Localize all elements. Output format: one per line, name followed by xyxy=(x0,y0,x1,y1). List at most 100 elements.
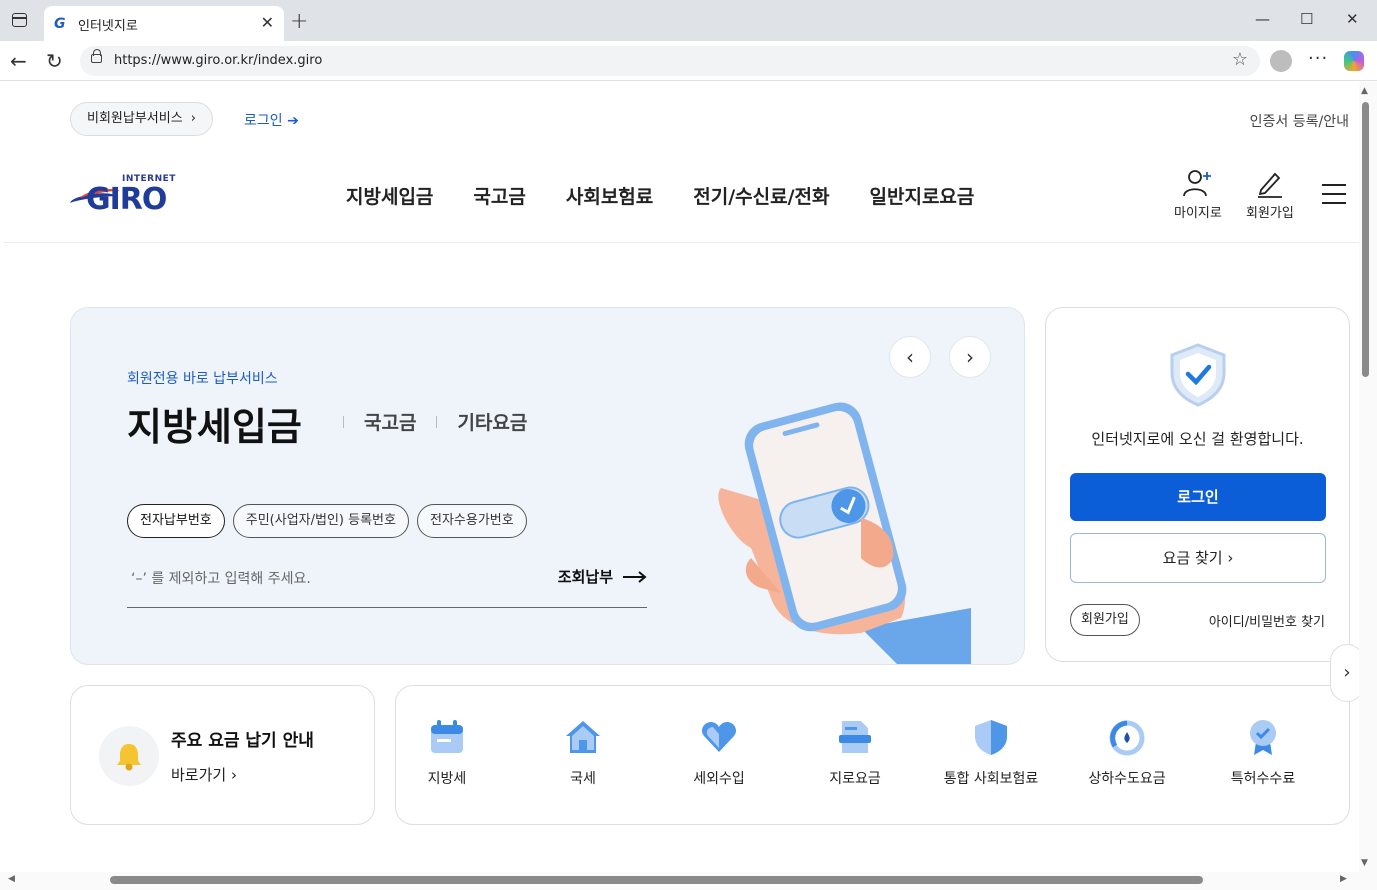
back-icon[interactable]: ← xyxy=(10,49,27,73)
top-login-label: 로그인 xyxy=(244,113,283,129)
chevron-left-icon: ‹ xyxy=(906,345,914,369)
service-local-tax[interactable]: 지방세 xyxy=(382,718,512,788)
mygiro-button[interactable]: 마이지로 xyxy=(1174,168,1222,221)
join-label: 회원가입 xyxy=(1246,206,1294,221)
tab-separator xyxy=(343,415,344,428)
new-tab-icon[interactable]: + xyxy=(290,9,308,34)
tab-title: 인터넷지로 xyxy=(78,19,138,34)
favorite-star-icon[interactable]: ☆ xyxy=(1232,49,1248,70)
service-giro-fee[interactable]: 지로요금 xyxy=(790,718,920,788)
horizontal-scroll-thumb[interactable] xyxy=(110,876,1203,884)
mygiro-label: 마이지로 xyxy=(1174,206,1222,221)
calendar-icon xyxy=(431,720,463,753)
more-icon[interactable]: ··· xyxy=(1308,48,1328,69)
reload-icon[interactable]: ↻ xyxy=(46,49,63,73)
scroll-right-icon[interactable]: ▶ xyxy=(1340,874,1347,884)
giro-logo[interactable]: INTERNET GIRO xyxy=(69,174,190,218)
chip-customer-number[interactable]: 전자수용가번호 xyxy=(416,504,527,538)
browser-tab-bar: G 인터넷지로 ✕ + — ☐ ✕ xyxy=(0,0,1377,41)
hero-title-tab[interactable]: 지방세입금 xyxy=(127,396,302,451)
tab-national-treasury[interactable]: 국고금 xyxy=(364,408,416,435)
login-arrow-icon: ➔ xyxy=(287,113,299,129)
payment-number-input[interactable]: ‘–’ 를 제외하고 입력해 주세요. 조회납부 xyxy=(127,556,647,608)
gauge-icon xyxy=(1109,720,1145,756)
heart-icon xyxy=(701,722,737,752)
nav-national-treasury[interactable]: 국고금 xyxy=(473,182,525,209)
login-panel: 인터넷지로에 오신 걸 환영합니다. 로그인 요금 찾기 › 회원가입 아이디/… xyxy=(1045,307,1350,662)
top-login-link[interactable]: 로그인 ➔ xyxy=(244,110,299,130)
lookup-pay-label: 조회납부 xyxy=(557,568,613,586)
service-patent[interactable]: 특허수수료 xyxy=(1198,718,1328,788)
scroll-up-icon[interactable]: ▲ xyxy=(1361,86,1368,96)
house-icon xyxy=(566,721,600,753)
find-fee-button[interactable]: 요금 찾기 › xyxy=(1070,533,1326,583)
next-slide-button[interactable]: › xyxy=(949,336,991,378)
input-placeholder: ‘–’ 를 제외하고 입력해 주세요. xyxy=(131,571,311,587)
menu-icon[interactable] xyxy=(1322,184,1346,211)
chevron-right-icon: › xyxy=(230,766,237,784)
browser-tab[interactable]: G 인터넷지로 ✕ xyxy=(44,6,284,41)
join-chip-button[interactable]: 회원가입 xyxy=(1070,604,1140,636)
bell-icon xyxy=(99,726,159,786)
prev-slide-button[interactable]: ‹ xyxy=(889,336,931,378)
guest-payment-button[interactable]: 비회원납부서비스 › xyxy=(70,102,213,136)
tab-actions-icon[interactable] xyxy=(12,13,27,27)
tab-other-fees[interactable]: 기타요금 xyxy=(457,408,527,435)
search-type-chips: 전자납부번호 주민(사업자/법인) 등록번호 전자수용가번호 xyxy=(127,504,527,538)
hero-sub-tabs: 국고금 기타요금 xyxy=(343,408,527,435)
url-text: https://www.giro.or.kr/index.giro xyxy=(114,53,323,68)
chip-electronic-number[interactable]: 전자납부번호 xyxy=(127,504,225,538)
tab-separator xyxy=(436,415,438,428)
service-shortcuts: 지방세 국세 세외수입 지로요금 통합 사회보험료 상하수도요금 특허수수료 xyxy=(395,685,1350,825)
shield-icon xyxy=(975,720,1007,755)
chevron-right-icon: › xyxy=(190,111,196,126)
welcome-text: 인터넷지로에 오신 걸 환영합니다. xyxy=(1091,430,1304,448)
service-label: 국세 xyxy=(570,771,596,787)
service-label: 지로요금 xyxy=(829,771,881,787)
due-date-guide-card[interactable]: 주요 요금 납기 안내 바로가기 › xyxy=(70,685,375,825)
nav-general-giro[interactable]: 일반지로요금 xyxy=(870,182,975,209)
guide-shortcut-link[interactable]: 바로가기 › xyxy=(171,764,237,785)
service-non-tax[interactable]: 세외수입 xyxy=(654,718,784,788)
nav-utilities[interactable]: 전기/수신료/전화 xyxy=(693,182,829,209)
phone-hand-illustration xyxy=(718,402,971,664)
profile-avatar[interactable] xyxy=(1270,50,1292,72)
service-label: 세외수입 xyxy=(693,771,745,787)
url-field[interactable]: https://www.giro.or.kr/index.giro ☆ xyxy=(80,46,1260,76)
service-national-tax[interactable]: 국세 xyxy=(518,718,648,788)
lock-icon[interactable] xyxy=(91,49,102,63)
service-label: 특허수수료 xyxy=(1230,771,1296,787)
chevron-right-icon: › xyxy=(1343,662,1351,683)
tab-close-icon[interactable]: ✕ xyxy=(261,13,274,32)
service-label: 상하수도요금 xyxy=(1088,771,1166,787)
certificate-link[interactable]: 인증서 등록/안내 xyxy=(1250,111,1349,131)
service-social-insurance[interactable]: 통합 사회보험료 xyxy=(926,718,1056,788)
vertical-scroll-thumb[interactable] xyxy=(1362,102,1369,377)
find-fee-label: 요금 찾기 xyxy=(1162,549,1223,567)
page-content: 비회원납부서비스 › 로그인 ➔ 인증서 등록/안내 INTERNET GIRO… xyxy=(4,82,1359,872)
find-id-password-link[interactable]: 아이디/비밀번호 찾기 xyxy=(1209,611,1325,630)
service-label: 지방세 xyxy=(427,771,467,787)
chip-registration-number[interactable]: 주민(사업자/법인) 등록번호 xyxy=(232,504,409,538)
horizontal-scrollbar[interactable]: ◀ ▶ xyxy=(0,872,1377,890)
logo-big-text: GIRO xyxy=(86,182,167,217)
award-badge-icon xyxy=(1250,720,1276,755)
minimize-icon[interactable]: — xyxy=(1255,10,1270,28)
window-close-icon[interactable]: ✕ xyxy=(1346,10,1359,28)
vertical-scrollbar[interactable]: ▲ ▼ xyxy=(1359,82,1377,872)
chevron-right-icon: › xyxy=(966,345,974,369)
scroll-down-icon[interactable]: ▼ xyxy=(1361,858,1368,868)
copilot-icon[interactable] xyxy=(1344,51,1364,71)
user-plus-icon xyxy=(1183,170,1211,197)
maximize-icon[interactable]: ☐ xyxy=(1300,10,1313,28)
nav-local-tax[interactable]: 지방세입금 xyxy=(346,182,433,209)
chevron-right-icon: › xyxy=(1227,549,1234,567)
nav-social-insurance[interactable]: 사회보험료 xyxy=(566,182,653,209)
giro-favicon-icon: G xyxy=(54,16,66,32)
join-button[interactable]: 회원가입 xyxy=(1246,168,1294,221)
lookup-pay-button[interactable]: 조회납부 xyxy=(558,566,647,587)
scroll-left-icon[interactable]: ◀ xyxy=(8,874,15,884)
document-icon xyxy=(839,721,871,753)
service-water[interactable]: 상하수도요금 xyxy=(1062,718,1192,788)
login-button[interactable]: 로그인 xyxy=(1070,473,1326,521)
